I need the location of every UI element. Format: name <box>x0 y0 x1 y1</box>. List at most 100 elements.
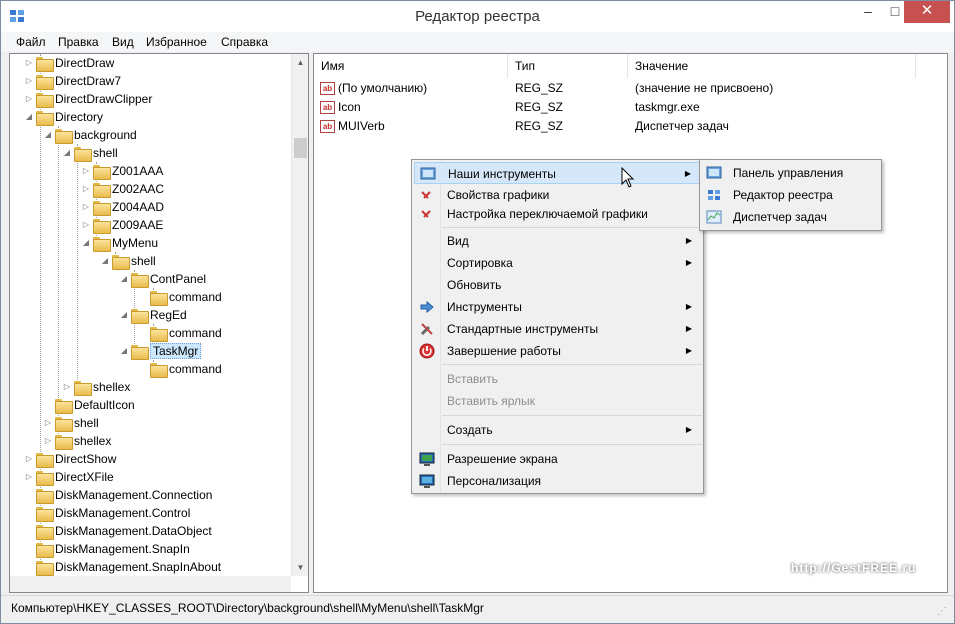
menu-item-personalization[interactable]: Персонализация <box>414 470 702 492</box>
scroll-thumb[interactable] <box>294 138 307 158</box>
tree-item[interactable]: ▷ Z004AAD <box>81 198 164 216</box>
folder-icon <box>36 524 54 540</box>
scroll-down-arrow-icon[interactable]: ▼ <box>292 559 309 576</box>
status-path: Компьютер\HKEY_CLASSES_ROOT\Directory\ba… <box>11 601 484 615</box>
submenu-item-control-panel[interactable]: Панель управления <box>702 162 880 184</box>
menu-bar: Файл Правка Вид Избранное Справка <box>1 32 954 52</box>
scroll-up-arrow-icon[interactable]: ▲ <box>292 54 309 71</box>
context-menu: Наши инструменты ▶ Свойства графики Наст… <box>411 159 704 494</box>
tree-item[interactable]: ▷ shellex <box>62 378 130 396</box>
column-header-name[interactable]: Имя <box>314 54 508 78</box>
value-row[interactable]: ab Icon REG_SZ taskmgr.exe <box>314 98 944 117</box>
menu-favorites[interactable]: Избранное <box>146 35 207 49</box>
value-name: Icon <box>338 100 361 114</box>
folder-icon <box>131 308 149 324</box>
submenu-item-task-manager[interactable]: Диспетчер задач <box>702 206 880 228</box>
menu-help[interactable]: Справка <box>221 35 268 49</box>
tree-item[interactable]: ▷ DirectDraw7 <box>24 72 121 90</box>
tree-item-selected[interactable]: ◢ TaskMgr <box>119 342 202 360</box>
menu-item-tools[interactable]: Инструменты ▶ <box>414 296 702 318</box>
column-header-value[interactable]: Значение <box>628 54 916 78</box>
folder-icon <box>93 182 111 198</box>
string-value-icon: ab <box>320 120 335 133</box>
menu-item-paste: Вставить <box>447 372 498 386</box>
our-tools-submenu: Панель управления Редактор реестра Диспе… <box>699 159 882 231</box>
submenu-arrow-icon: ▶ <box>685 302 692 311</box>
tree-item[interactable]: DiskManagement.SnapInAbout <box>24 558 221 576</box>
tree-item[interactable]: command <box>138 324 222 342</box>
submenu-arrow-icon: ▶ <box>685 324 692 333</box>
folder-icon <box>36 92 54 108</box>
window-title: Редактор реестра <box>415 8 540 25</box>
tree-item[interactable]: ▷ DirectDraw <box>24 54 114 72</box>
folder-icon <box>36 488 54 504</box>
tree-item[interactable]: ◢ shell <box>100 252 156 270</box>
menu-view[interactable]: Вид <box>112 35 134 49</box>
menu-item-new[interactable]: Создать ▶ <box>414 419 702 441</box>
tree-item[interactable]: command <box>138 360 222 378</box>
string-value-icon: ab <box>320 82 335 95</box>
folder-icon <box>150 326 168 342</box>
close-button[interactable]: ✕ <box>904 1 950 23</box>
folder-icon <box>74 380 92 396</box>
menu-item-shutdown[interactable]: Завершение работы ▶ <box>414 340 702 362</box>
tree-item[interactable]: ▷ Z001AAA <box>81 162 163 180</box>
menu-item-view[interactable]: Вид ▶ <box>414 230 702 252</box>
folder-icon <box>36 560 54 576</box>
tree-horizontal-scrollbar[interactable] <box>10 576 291 592</box>
tree-item[interactable]: ▷ DirectXFile <box>24 468 114 486</box>
graphics-switch-icon <box>421 210 431 218</box>
tree-item[interactable]: DefaultIcon <box>43 396 135 414</box>
menu-edit[interactable]: Правка <box>58 35 99 49</box>
menu-item-our-tools[interactable]: Наши инструменты ▶ <box>414 162 702 184</box>
value-data: Диспетчер задач <box>635 119 729 133</box>
folder-icon <box>112 254 130 270</box>
value-name: (По умолчанию) <box>338 81 428 95</box>
tree-item[interactable]: ◢ shell <box>62 144 118 162</box>
personalize-icon <box>419 474 435 488</box>
tree-item[interactable]: ▷ shell <box>43 414 99 432</box>
menu-item-screen-resolution[interactable]: Разрешение экрана <box>414 448 702 470</box>
tree-item[interactable]: ▷ Z009AAE <box>81 216 163 234</box>
tree-item[interactable]: ◢ background <box>43 126 137 144</box>
tree-item[interactable]: DiskManagement.Control <box>24 504 190 522</box>
folder-icon <box>55 398 73 414</box>
watermark: http://GestFREE.ru <box>791 561 917 575</box>
tree-item[interactable]: ◢ Directory <box>24 108 103 126</box>
tree-item[interactable]: ▷ Z002AAC <box>81 180 164 198</box>
submenu-arrow-icon: ▶ <box>685 425 692 434</box>
folder-icon <box>36 506 54 522</box>
tree-item[interactable]: ◢ ContPanel <box>119 270 206 288</box>
folder-icon <box>93 236 111 252</box>
tree-item[interactable]: DiskManagement.DataObject <box>24 522 212 540</box>
folder-icon <box>36 74 54 90</box>
folder-icon <box>55 416 73 432</box>
tree-item[interactable]: DiskManagement.Connection <box>24 486 212 504</box>
menu-item-refresh[interactable]: Обновить <box>414 274 702 296</box>
value-type: REG_SZ <box>515 119 564 133</box>
column-header-type[interactable]: Тип <box>508 54 628 78</box>
submenu-item-regedit[interactable]: Редактор реестра <box>702 184 880 206</box>
tree-item[interactable]: ▷ shellex <box>43 432 111 450</box>
tree-item[interactable]: ▷ DirectShow <box>24 450 116 468</box>
menu-item-switchable-graphics[interactable]: Настройка переключаемой графики <box>414 203 702 225</box>
value-type: REG_SZ <box>515 100 564 114</box>
tree-item[interactable]: DiskManagement.SnapIn <box>24 540 190 558</box>
value-row[interactable]: ab MUIVerb REG_SZ Диспетчер задач <box>314 117 944 136</box>
tree-item[interactable]: command <box>138 288 222 306</box>
tree-item[interactable]: ◢ MyMenu <box>81 234 158 252</box>
value-row[interactable]: ab (По умолчанию) REG_SZ (значение не пр… <box>314 79 944 98</box>
registry-tree[interactable]: ▷ DirectDraw ▷ DirectDraw7 ▷ DirectDrawClip… <box>9 53 309 593</box>
folder-icon <box>36 110 54 126</box>
minimize-button[interactable]: – <box>854 1 882 23</box>
tree-item[interactable]: ▷ DirectDrawClipper <box>24 90 152 108</box>
menu-item-standard-tools[interactable]: Стандартные инструменты ▶ <box>414 318 702 340</box>
menu-item-paste-shortcut: Вставить ярлык <box>447 394 535 408</box>
resize-grip-icon[interactable]: ⋰ <box>937 606 947 617</box>
tree-item[interactable]: ◢ RegEd <box>119 306 187 324</box>
menu-item-sort[interactable]: Сортировка ▶ <box>414 252 702 274</box>
status-bar: Компьютер\HKEY_CLASSES_ROOT\Directory\ba… <box>1 595 954 623</box>
title-bar: Редактор реестра – □ ✕ <box>1 1 954 32</box>
menu-file[interactable]: Файл <box>16 35 46 49</box>
tree-vertical-scrollbar[interactable]: ▲ ▼ <box>291 54 308 576</box>
